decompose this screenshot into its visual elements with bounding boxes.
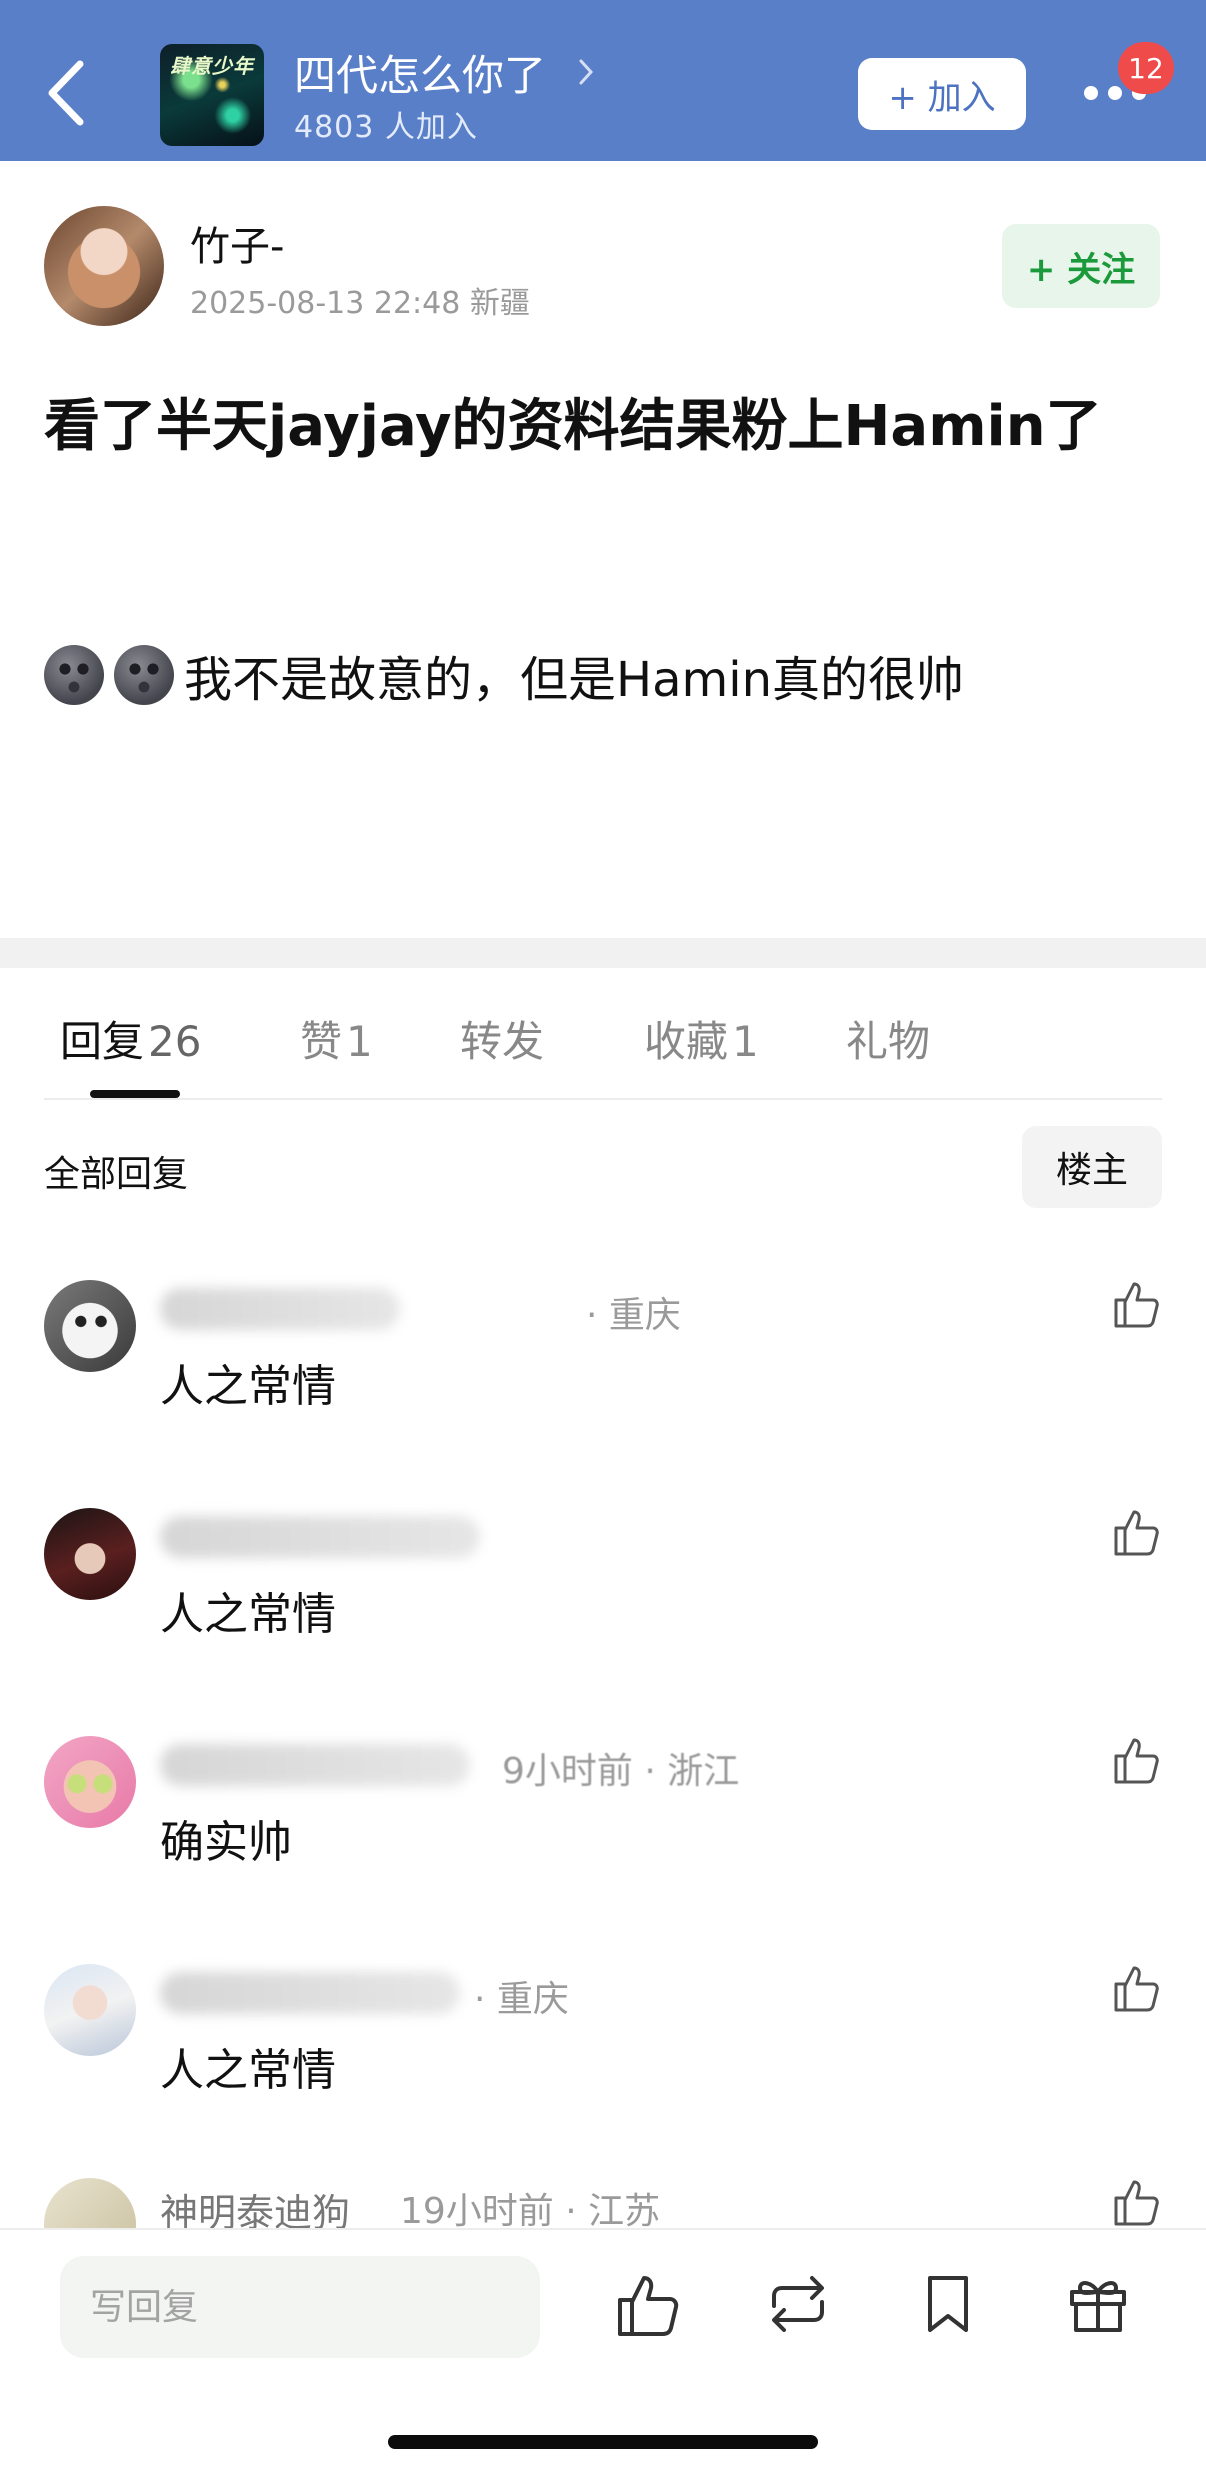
commenter-name-blurred[interactable] <box>160 1288 400 1330</box>
tab-label: 转发 <box>460 1017 545 1066</box>
tab-replies[interactable]: 回复26 <box>60 1008 201 1069</box>
tab-label: 礼物 <box>846 1017 931 1066</box>
new-moon-face-emoji-icon <box>44 645 104 705</box>
new-moon-face-emoji-icon <box>114 645 174 705</box>
group-avatar[interactable]: 肆意少年 <box>160 44 264 146</box>
join-group-button[interactable]: + 加入 <box>858 58 1026 130</box>
commenter-avatar[interactable] <box>44 2178 136 2230</box>
post-body: 我不是故意的，但是Hamin真的很帅 <box>44 640 964 710</box>
commenter-avatar[interactable] <box>44 1508 136 1600</box>
thumbs-up-icon[interactable] <box>1110 1960 1164 2014</box>
commenter-avatar[interactable] <box>44 1280 136 1372</box>
tab-divider <box>44 1098 1162 1100</box>
tab-label: 收藏 <box>644 1017 729 1066</box>
comment-text: 人之常情 <box>160 1589 336 1640</box>
follow-button[interactable]: + 关注 <box>1002 224 1160 308</box>
thumbs-up-icon[interactable] <box>1110 1732 1164 1786</box>
tab-label: 赞 <box>300 1017 343 1066</box>
all-replies-label: 全部回复 <box>44 1154 189 1195</box>
thumbs-up-icon[interactable] <box>1110 1504 1164 1558</box>
tab-reposts[interactable]: 转发 <box>460 1008 544 1069</box>
comment-item[interactable]: 9小时前 · 浙江 确实帅 <box>0 1686 1206 1914</box>
group-avatar-logo-text: 肆意少年 <box>170 54 254 78</box>
comment-item[interactable]: 人之常情 <box>0 1458 1206 1686</box>
thumbs-up-icon[interactable] <box>1110 1276 1164 1330</box>
chevron-right-icon[interactable] <box>578 58 594 86</box>
tab-label: 回复 <box>60 1017 145 1066</box>
comment-meta: 9小时前 · 浙江 <box>502 1751 740 1792</box>
comment-text: 人之常情 <box>160 1361 336 1412</box>
post-title: 看了半天jayjay的资料结果粉上Hamin了 <box>44 394 1102 459</box>
active-tab-indicator <box>90 1090 180 1098</box>
gift-icon[interactable] <box>1062 2268 1134 2340</box>
comment-text: 人之常情 <box>160 2045 336 2096</box>
comment-item[interactable]: · 重庆 人之常情 <box>0 1914 1206 2142</box>
tab-favorites[interactable]: 收藏1 <box>644 1008 759 1069</box>
tab-likes[interactable]: 赞1 <box>300 1008 373 1069</box>
comment-meta: · 重庆 <box>586 1295 681 1336</box>
tab-count: 1 <box>346 1017 373 1066</box>
comment-item[interactable]: · 重庆 人之常情 <box>0 1230 1206 1458</box>
commenter-name-blurred[interactable] <box>160 1972 460 2014</box>
tab-count: 1 <box>732 1017 759 1066</box>
back-arrow-icon[interactable] <box>44 58 88 128</box>
comment-meta: 19小时前 · 江苏 <box>400 2191 661 2230</box>
like-icon[interactable] <box>612 2268 684 2340</box>
comment-item[interactable]: 神明泰迪狗 19小时前 · 江苏 <box>0 2174 1206 2230</box>
author-avatar[interactable] <box>44 206 164 326</box>
commenter-name-blurred[interactable] <box>160 1744 470 1786</box>
bookmark-icon[interactable] <box>912 2268 984 2340</box>
section-divider <box>0 938 1206 968</box>
post-meta: 2025-08-13 22:48 新疆 <box>190 286 530 321</box>
commenter-name[interactable]: 神明泰迪狗 <box>160 2182 350 2230</box>
commenter-name-blurred[interactable] <box>160 1516 480 1558</box>
top-bar: 肆意少年 四代怎么你了 4803 人加入 + 加入 12 <box>0 0 1206 161</box>
group-name[interactable]: 四代怎么你了 <box>294 42 546 103</box>
notification-badge: 12 <box>1118 42 1174 94</box>
comment-text: 确实帅 <box>160 1817 292 1868</box>
member-count: 4803 人加入 <box>294 110 478 145</box>
commenter-avatar[interactable] <box>44 1964 136 2056</box>
comment-list: · 重庆 人之常情 人之常情 9小时前 · 浙江 确实帅 · 重庆 人之常情 神… <box>0 1230 1206 2230</box>
tab-count: 26 <box>148 1017 202 1066</box>
author-name[interactable]: 竹子- <box>190 214 284 272</box>
home-indicator[interactable] <box>388 2435 818 2449</box>
post-body-text: 我不是故意的，但是Hamin真的很帅 <box>184 652 965 708</box>
comment-meta: · 重庆 <box>474 1979 569 2020</box>
op-only-filter-button[interactable]: 楼主 <box>1022 1126 1162 1208</box>
reply-input[interactable] <box>60 2256 540 2358</box>
tab-gifts[interactable]: 礼物 <box>846 1008 930 1069</box>
commenter-avatar[interactable] <box>44 1736 136 1828</box>
repost-icon[interactable] <box>762 2268 834 2340</box>
thumbs-up-icon[interactable] <box>1110 2174 1164 2228</box>
